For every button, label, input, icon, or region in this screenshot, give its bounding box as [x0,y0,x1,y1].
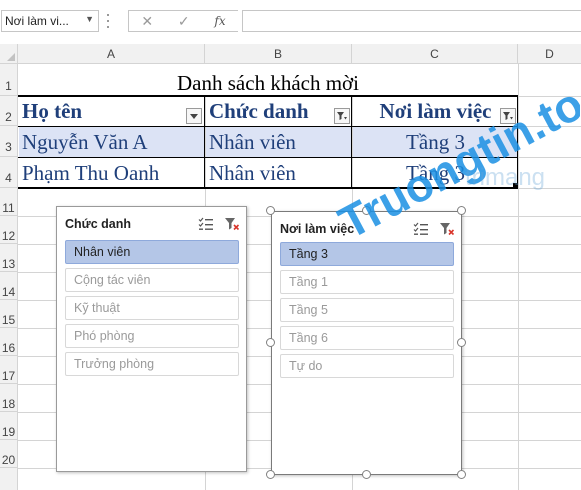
slicer-item[interactable]: Trưởng phòng [65,352,239,376]
column-header-d[interactable]: D [518,44,581,64]
slicer-chuc-danh[interactable]: Chức danh Nhân viên Cộng tác viên Kỹ thu… [56,206,247,472]
slicer-header: Nơi làm việc [280,220,455,238]
slicer-item[interactable]: Phó phòng [65,324,239,348]
slicer-item[interactable]: Tầng 6 [280,326,454,350]
table-border [18,157,518,158]
enter-icon[interactable]: ✓ [178,13,190,30]
header-chuc-danh[interactable]: Chức danh [206,97,352,126]
cell-b3[interactable]: Nhân viên [206,127,352,157]
slicer-item[interactable]: Kỹ thuật [65,296,239,320]
row-header-4[interactable]: 4 [0,157,18,188]
cell-b4[interactable]: Nhân viên [206,158,352,188]
row-header-20[interactable]: 20 [0,440,18,468]
resize-handle-top-right[interactable] [457,206,466,215]
slicer-noi-lam-viec[interactable]: Nơi làm việc Tầng 3 Tầng 1 Tầng 5 Tầng 6… [271,211,462,475]
multi-select-icon[interactable] [198,216,214,232]
select-all-button[interactable] [0,44,18,64]
resize-handle-bottom[interactable] [362,470,371,479]
cell-a3[interactable]: Nguyễn Văn A [19,127,205,157]
resize-handle-top-left[interactable] [266,206,275,215]
cell-c4[interactable]: Tầng 3 [353,158,518,188]
clear-filter-icon[interactable] [439,221,455,237]
row-header-19[interactable]: 19 [0,412,18,440]
column-header-b[interactable]: B [205,44,352,64]
formula-buttons: ✕ ✓ fx [128,10,238,32]
slicer-header: Chức danh [65,215,240,233]
table-title[interactable]: Danh sách khách mời [19,64,517,96]
resize-handle-right[interactable] [457,338,466,347]
filter-dropdown-chuc-danh[interactable] [334,108,350,124]
row-header-13[interactable]: 13 [0,244,18,272]
slicer-item[interactable]: Tầng 1 [280,270,454,294]
row-header-18[interactable]: 18 [0,384,18,412]
row-header-15[interactable]: 15 [0,300,18,328]
row-header-3[interactable]: 3 [0,126,18,157]
header-noi-lam-viec[interactable]: Nơi làm việc [353,97,518,126]
slicer-title: Nơi làm việc [280,222,355,236]
clear-filter-icon[interactable] [224,216,240,232]
table-border [18,187,518,189]
table-border [18,126,518,127]
table-border [18,95,518,97]
formula-input[interactable] [242,10,581,32]
gridline [518,64,519,490]
header-ho-ten[interactable]: Họ tên [19,97,205,126]
row-header-2[interactable]: 2 [0,96,18,126]
chevron-down-icon [190,113,198,119]
resize-handle-top[interactable] [362,206,371,215]
row-header-21[interactable] [0,468,18,490]
name-box[interactable]: Nơi làm vi... ▼ [1,10,99,32]
resize-handle-left[interactable] [266,338,275,347]
filter-applied-icon [337,112,347,120]
slicer-item[interactable]: Cộng tác viên [65,268,239,292]
cell-a4[interactable]: Phạm Thu Oanh [19,158,205,188]
drag-handle-icon[interactable] [107,14,111,28]
slicer-item[interactable]: Nhân viên [65,240,239,264]
name-box-value: Nơi làm vi... [5,14,69,28]
row-header-17[interactable]: 17 [0,356,18,384]
filter-applied-icon [503,112,513,120]
slicer-item[interactable]: Tự do [280,354,454,378]
row-header-12[interactable]: 12 [0,216,18,244]
row-header-14[interactable]: 14 [0,272,18,300]
row-header-16[interactable]: 16 [0,328,18,356]
column-header-a[interactable]: A [18,44,205,64]
slicer-item[interactable]: Tầng 3 [280,242,454,266]
resize-handle-bottom-left[interactable] [266,470,275,479]
table-resize-handle[interactable] [513,183,517,187]
table-border [517,96,518,188]
cancel-icon[interactable]: ✕ [141,13,153,30]
slicer-item[interactable]: Tầng 5 [280,298,454,322]
slicer-title: Chức danh [65,217,131,231]
row-header-11[interactable]: 11 [0,188,18,216]
cell-c3[interactable]: Tầng 3 [353,127,518,157]
filter-dropdown-noi-lam-viec[interactable] [500,108,516,124]
chevron-down-icon[interactable]: ▼ [85,14,94,24]
multi-select-icon[interactable] [413,221,429,237]
resize-handle-bottom-right[interactable] [457,470,466,479]
table-border [204,96,205,188]
row-header-1[interactable]: 1 [0,64,18,96]
column-header-c[interactable]: C [352,44,518,64]
filter-dropdown-ho-ten[interactable] [186,108,202,124]
insert-function-icon[interactable]: fx [214,14,225,28]
formula-bar: Nơi làm vi... ▼ ✕ ✓ fx [0,0,581,44]
table-border [351,96,352,188]
